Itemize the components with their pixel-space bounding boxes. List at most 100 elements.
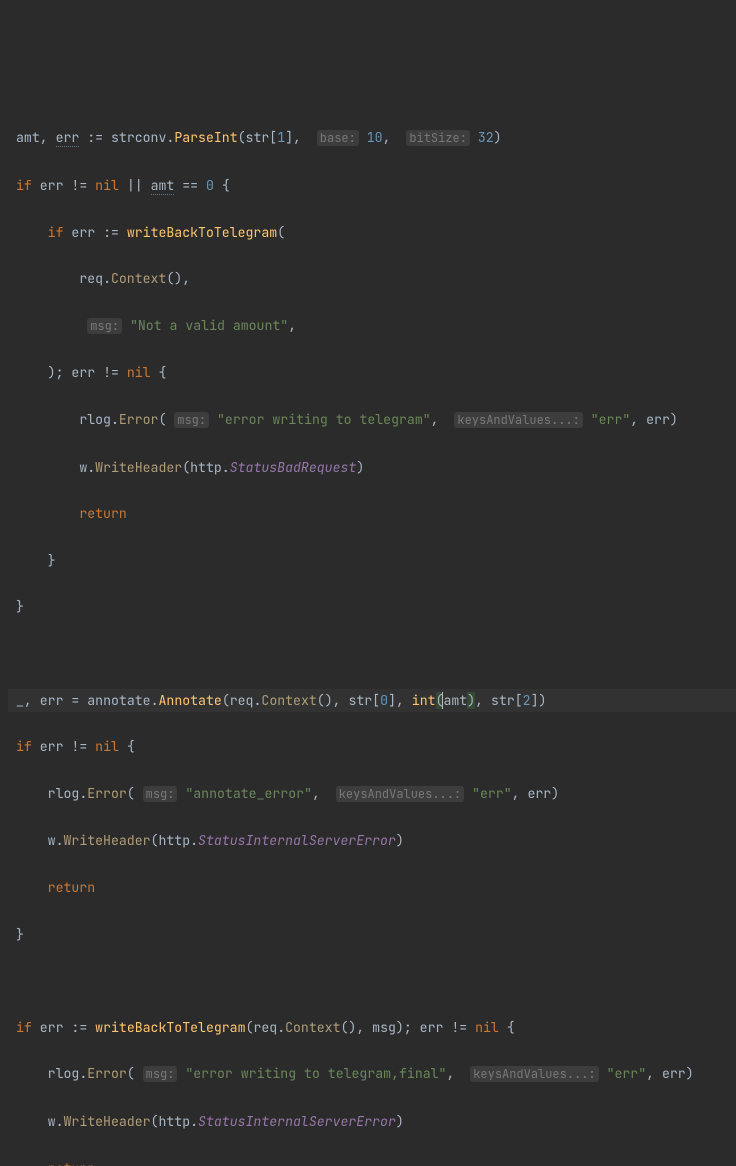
param-hint-msg: msg: bbox=[143, 786, 178, 802]
var-err: err bbox=[662, 1065, 686, 1082]
var-err: err bbox=[646, 411, 670, 428]
code-line[interactable] bbox=[8, 969, 736, 992]
fn-context: Context bbox=[111, 270, 166, 287]
code-line[interactable]: } bbox=[8, 923, 736, 946]
code-line[interactable]: msg: "Not a valid amount", bbox=[8, 314, 736, 338]
var-rlog: rlog bbox=[48, 785, 80, 802]
op-decl: := bbox=[103, 224, 119, 241]
code-line[interactable]: } bbox=[8, 549, 736, 572]
code-line[interactable]: amt, err := strconv.ParseInt(str[1], bas… bbox=[8, 126, 736, 150]
param-hint-msg: msg: bbox=[87, 318, 122, 334]
fn-error: Error bbox=[87, 1065, 127, 1082]
param-hint-kav: keysAndValues...: bbox=[336, 786, 464, 802]
param-hint-msg: msg: bbox=[174, 412, 209, 428]
code-line[interactable]: if err != nil || amt == 0 { bbox=[8, 174, 736, 197]
pkg-http: http bbox=[190, 459, 222, 476]
num-0: 0 bbox=[206, 177, 214, 194]
op-ne: != bbox=[103, 364, 119, 381]
var-err: err bbox=[40, 692, 64, 709]
fn-writeheader: WriteHeader bbox=[95, 459, 182, 476]
kw-nil: nil bbox=[95, 177, 119, 194]
code-line[interactable]: req.Context(), bbox=[8, 267, 736, 290]
var-amt: amt bbox=[16, 129, 40, 146]
var-req: req bbox=[230, 692, 254, 709]
kw-if: if bbox=[16, 1019, 32, 1036]
var-req: req bbox=[253, 1019, 277, 1036]
code-line[interactable]: if err := writeBackToTelegram(req.Contex… bbox=[8, 1016, 736, 1039]
num-32: 32 bbox=[478, 129, 494, 146]
pkg-http: http bbox=[158, 832, 190, 849]
code-line[interactable]: } bbox=[8, 595, 736, 618]
var-w: w bbox=[48, 832, 56, 849]
str-errwrite: "error writing to telegram" bbox=[217, 411, 431, 428]
code-line[interactable]: return bbox=[8, 876, 736, 899]
kw-nil: nil bbox=[475, 1019, 499, 1036]
pkg-strconv: strconv bbox=[111, 129, 166, 146]
var-err: err bbox=[40, 177, 64, 194]
code-line[interactable]: w.WriteHeader(http.StatusInternalServerE… bbox=[8, 1110, 736, 1133]
fn-context: Context bbox=[261, 692, 316, 709]
fn-annotate: Annotate bbox=[159, 692, 222, 709]
var-err: err bbox=[527, 785, 551, 802]
param-hint-base: base: bbox=[317, 130, 359, 146]
kw-return: return bbox=[48, 879, 95, 896]
var-str: str bbox=[491, 692, 515, 709]
blank-id: _ bbox=[16, 692, 24, 709]
var-amt: amt bbox=[443, 692, 467, 709]
code-line[interactable]: return bbox=[8, 502, 736, 525]
kw-if: if bbox=[16, 177, 32, 194]
code-line-active[interactable]: _, err = annotate.Annotate(req.Context()… bbox=[8, 689, 736, 712]
code-line[interactable] bbox=[8, 642, 736, 665]
kw-if: if bbox=[16, 738, 32, 755]
code-line[interactable]: rlog.Error( msg: "error writing to teleg… bbox=[8, 1062, 736, 1086]
str-errkey: "err" bbox=[591, 411, 631, 428]
kw-return: return bbox=[48, 1160, 95, 1166]
op-ne: != bbox=[71, 177, 87, 194]
param-hint-msg: msg: bbox=[143, 1066, 178, 1082]
code-line[interactable]: return bbox=[8, 1157, 736, 1166]
var-msg: msg bbox=[372, 1019, 396, 1036]
fn-error: Error bbox=[119, 411, 159, 428]
code-editor[interactable]: amt, err := strconv.ParseInt(str[1], bas… bbox=[8, 103, 736, 1166]
op-decl: := bbox=[87, 129, 103, 146]
op-assign: = bbox=[71, 692, 79, 709]
var-err: err bbox=[420, 1019, 444, 1036]
kw-if: if bbox=[48, 224, 64, 241]
str-errkey: "err" bbox=[607, 1065, 647, 1082]
code-line[interactable]: w.WriteHeader(http.StatusInternalServerE… bbox=[8, 829, 736, 852]
str-annotateerr: "annotate_error" bbox=[185, 785, 312, 802]
kw-nil: nil bbox=[95, 738, 119, 755]
const-ise: StatusInternalServerError bbox=[198, 1113, 396, 1130]
op-ne: != bbox=[71, 738, 87, 755]
fn-writeback: writeBackToTelegram bbox=[95, 1019, 245, 1036]
param-hint-kav: keysAndValues...: bbox=[454, 412, 582, 428]
param-hint-bitsize: bitSize: bbox=[406, 130, 470, 146]
fn-writeback: writeBackToTelegram bbox=[127, 224, 277, 241]
var-err: err bbox=[71, 364, 95, 381]
code-line[interactable]: rlog.Error( msg: "annotate_error", keysA… bbox=[8, 782, 736, 806]
code-line[interactable]: rlog.Error( msg: "error writing to teleg… bbox=[8, 408, 736, 432]
var-rlog: rlog bbox=[79, 411, 111, 428]
pkg-annotate: annotate bbox=[87, 692, 150, 709]
pkg-http: http bbox=[158, 1113, 190, 1130]
op-or: || bbox=[127, 177, 143, 194]
var-str: str bbox=[348, 692, 372, 709]
str-errwritefinal: "error writing to telegram,final" bbox=[185, 1065, 446, 1082]
matched-paren: ) bbox=[467, 692, 475, 709]
var-err: err bbox=[71, 224, 95, 241]
fn-int: int bbox=[412, 692, 436, 709]
var-str: str bbox=[246, 129, 270, 146]
fn-error: Error bbox=[87, 785, 127, 802]
var-err: err bbox=[56, 129, 80, 147]
code-line[interactable]: ); err != nil { bbox=[8, 361, 736, 384]
num-1: 1 bbox=[277, 129, 285, 146]
fn-context: Context bbox=[285, 1019, 340, 1036]
code-line[interactable]: if err != nil { bbox=[8, 735, 736, 758]
code-line[interactable]: if err := writeBackToTelegram( bbox=[8, 221, 736, 244]
fn-writeheader: WriteHeader bbox=[64, 1113, 151, 1130]
str-errkey: "err" bbox=[472, 785, 512, 802]
op-eq: == bbox=[182, 177, 198, 194]
op-semi: ; bbox=[404, 1019, 412, 1036]
param-hint-kav: keysAndValues...: bbox=[470, 1066, 598, 1082]
code-line[interactable]: w.WriteHeader(http.StatusBadRequest) bbox=[8, 456, 736, 479]
